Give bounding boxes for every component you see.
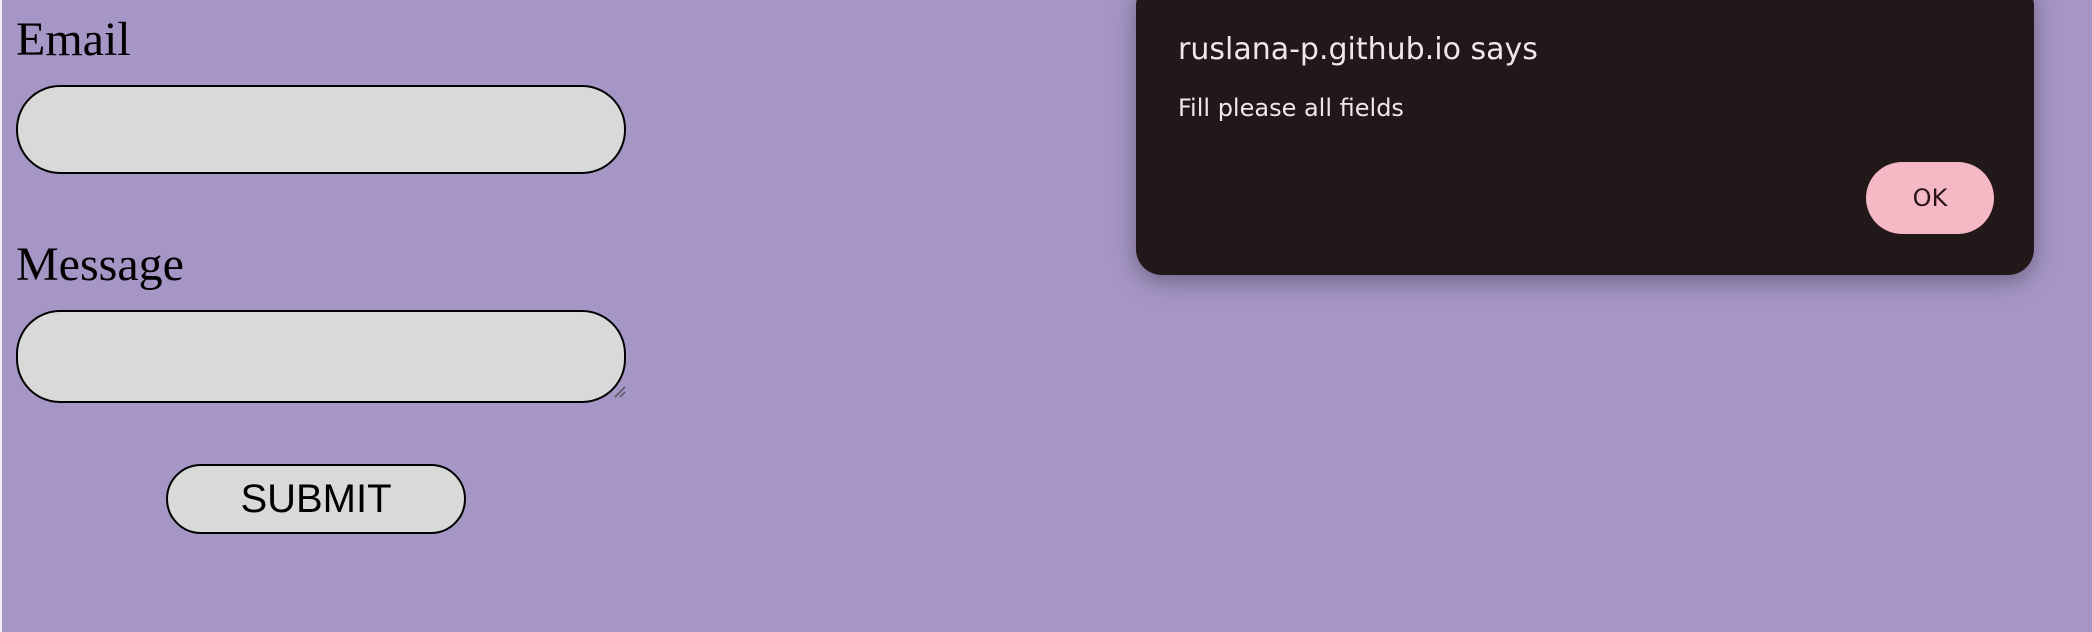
resize-grip-icon[interactable] xyxy=(612,384,626,398)
email-field[interactable] xyxy=(16,85,626,174)
message-label: Message xyxy=(16,238,184,291)
window-edge xyxy=(0,0,2,632)
dialog-title: ruslana-p.github.io says xyxy=(1178,32,1538,67)
email-label: Email xyxy=(16,13,131,66)
dialog-message: Fill please all fields xyxy=(1178,94,1404,122)
contact-form: Email Message SUBMIT xyxy=(16,0,656,632)
submit-button[interactable]: SUBMIT xyxy=(166,464,466,534)
ok-button[interactable]: OK xyxy=(1866,162,1994,234)
alert-dialog: ruslana-p.github.io says Fill please all… xyxy=(1136,0,2034,275)
message-field[interactable] xyxy=(16,310,626,403)
